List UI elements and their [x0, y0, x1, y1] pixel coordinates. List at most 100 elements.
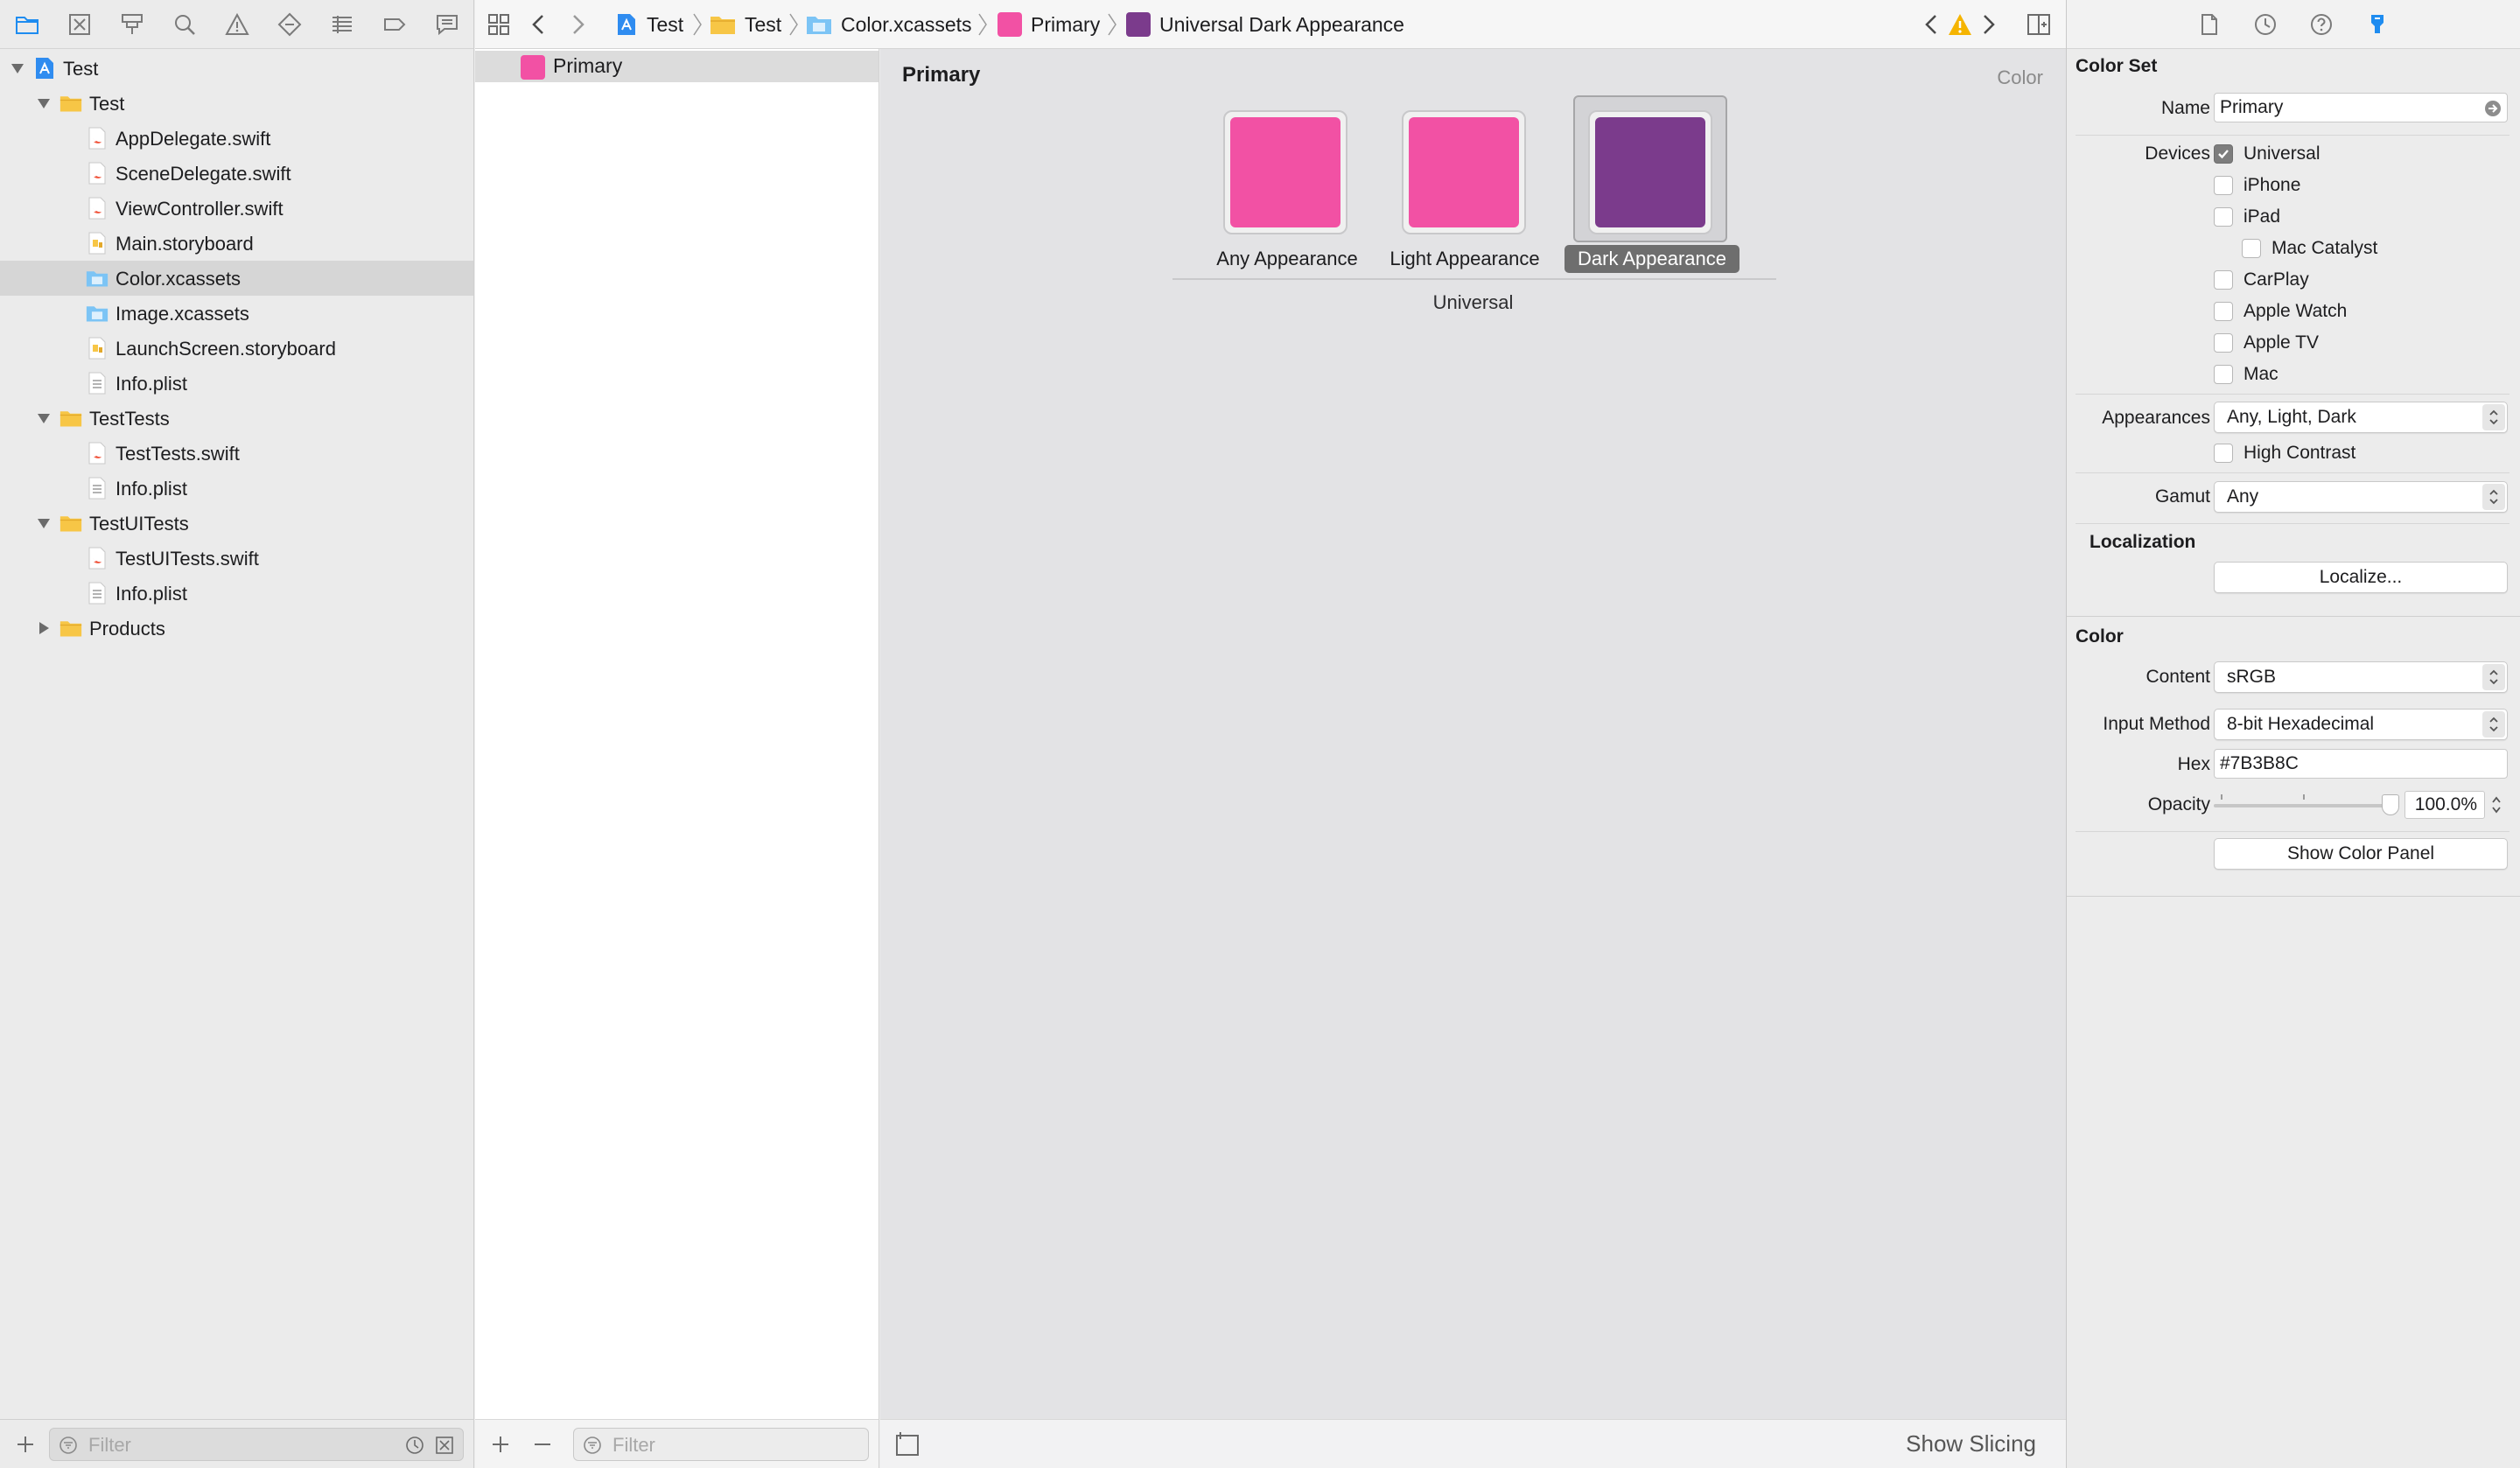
- disclosure-open-icon[interactable]: [35, 514, 52, 532]
- file-tree-row[interactable]: ViewController.swift: [0, 191, 473, 226]
- device-mac-catalyst-checkbox[interactable]: Mac Catalyst: [2242, 235, 2377, 262]
- disclosure-open-icon[interactable]: [35, 409, 52, 427]
- breadcrumb-xcassets[interactable]: Color.xcassets: [806, 11, 972, 38]
- device-apple-watch-checkbox[interactable]: Apple Watch: [2214, 298, 2347, 325]
- breadcrumb-appearance[interactable]: Universal Dark Appearance: [1126, 11, 1404, 38]
- checkbox-box: [2214, 333, 2233, 353]
- file-tree-row[interactable]: TestTests: [0, 401, 473, 436]
- recent-files-icon[interactable]: [405, 1436, 424, 1455]
- device-universal-checkbox[interactable]: Universal: [2214, 141, 2320, 167]
- localize-button[interactable]: Localize...: [2214, 562, 2508, 593]
- file-tree-row[interactable]: Test: [0, 86, 473, 121]
- content-popup[interactable]: sRGB: [2214, 661, 2508, 693]
- dark-color-swatch: [1126, 12, 1151, 37]
- device-carplay-checkbox[interactable]: CarPlay: [2214, 267, 2309, 293]
- find-icon[interactable]: [170, 10, 200, 39]
- back-chevron-icon[interactable]: [524, 10, 554, 39]
- file-tree-label: Main.storyboard: [116, 233, 254, 255]
- file-tree-row[interactable]: AppDelegate.swift: [0, 121, 473, 156]
- disclosure-open-icon[interactable]: [9, 59, 26, 77]
- file-tree-row[interactable]: Info.plist: [0, 576, 473, 611]
- file-tree-label: Info.plist: [116, 373, 187, 395]
- asset-filter-field[interactable]: Filter: [573, 1428, 869, 1461]
- file-tree-row[interactable]: Test: [0, 51, 473, 86]
- file-tree-label: TestUITests: [89, 513, 189, 535]
- quick-help-icon[interactable]: [2306, 10, 2336, 39]
- breadcrumb-folder[interactable]: Test: [710, 11, 781, 38]
- add-editor-icon[interactable]: [2024, 10, 2054, 39]
- device-iphone-checkbox[interactable]: iPhone: [2214, 172, 2300, 199]
- gamut-popup[interactable]: Any: [2214, 481, 2508, 513]
- breadcrumb-project[interactable]: Test: [615, 11, 683, 38]
- show-slicing-button[interactable]: Show Slicing: [1906, 1430, 2036, 1458]
- warning-icon[interactable]: [1945, 10, 1975, 39]
- file-inspector-icon[interactable]: [2194, 10, 2224, 39]
- breakpoint-navigator-icon[interactable]: [380, 10, 410, 39]
- appearances-label: Appearances: [2102, 408, 2210, 428]
- file-tree-row[interactable]: TestUITests.swift: [0, 541, 473, 576]
- report-navigator-icon[interactable]: [432, 10, 462, 39]
- debug-navigator-icon[interactable]: [327, 10, 357, 39]
- opacity-slider[interactable]: [2214, 794, 2399, 815]
- light-appearance-well[interactable]: [1402, 110, 1526, 234]
- asset-list-item-primary[interactable]: Primary: [475, 51, 878, 82]
- file-tree-row[interactable]: TestUITests: [0, 506, 473, 541]
- file-tree-row[interactable]: Color.xcassets: [0, 261, 473, 296]
- show-color-panel-button[interactable]: Show Color Panel: [2214, 838, 2508, 870]
- disclosure-open-icon[interactable]: [35, 94, 52, 112]
- name-field[interactable]: Primary: [2214, 93, 2508, 122]
- file-tree-row[interactable]: TestTests.swift: [0, 436, 473, 471]
- folder-file-icon: [60, 616, 82, 640]
- opacity-field[interactable]: 100.0%: [2404, 791, 2485, 819]
- device-ipad-checkbox[interactable]: iPad: [2214, 204, 2280, 230]
- previous-issue-icon[interactable]: [1917, 10, 1947, 39]
- file-tree-row[interactable]: LaunchScreen.storyboard: [0, 331, 473, 366]
- breadcrumb-folder-label: Test: [745, 12, 782, 36]
- high-contrast-label: High Contrast: [2244, 443, 2356, 463]
- test-navigator-icon[interactable]: [275, 10, 304, 39]
- next-issue-icon[interactable]: [1973, 10, 2003, 39]
- opacity-stepper[interactable]: [2488, 791, 2504, 819]
- file-tree-row[interactable]: Image.xcassets: [0, 296, 473, 331]
- hex-field[interactable]: #7B3B8C: [2214, 749, 2508, 779]
- any-appearance-color: [1230, 117, 1340, 227]
- navigator-filter-field[interactable]: Filter: [49, 1428, 464, 1461]
- slider-knob[interactable]: [2382, 794, 2399, 815]
- history-inspector-icon[interactable]: [2250, 10, 2280, 39]
- file-tree-row[interactable]: Products: [0, 611, 473, 646]
- file-tree-row[interactable]: SceneDelegate.swift: [0, 156, 473, 191]
- source-control-filter-icon[interactable]: [435, 1436, 454, 1455]
- name-value: Primary: [2220, 97, 2284, 117]
- folder-file-icon: [60, 406, 82, 430]
- breadcrumb-color-set[interactable]: Primary: [998, 11, 1100, 38]
- any-appearance-well[interactable]: [1223, 110, 1348, 234]
- dark-appearance-well[interactable]: [1588, 110, 1712, 234]
- input-method-value: 8-bit Hexadecimal: [2227, 714, 2375, 734]
- issue-navigator-icon[interactable]: [222, 10, 252, 39]
- gamut-value: Any: [2227, 486, 2259, 507]
- checkbox-box: [2214, 302, 2233, 321]
- add-icon[interactable]: [12, 1431, 38, 1458]
- color-set-editor: Primary Color Any Appearance Light Appea…: [880, 49, 2066, 1419]
- slicing-icon[interactable]: [894, 1430, 922, 1458]
- high-contrast-checkbox[interactable]: High Contrast: [2214, 440, 2356, 466]
- source-control-icon[interactable]: [65, 10, 94, 39]
- input-method-popup[interactable]: 8-bit Hexadecimal: [2214, 709, 2508, 740]
- attributes-inspector-icon[interactable]: [2362, 10, 2392, 39]
- disclosure-closed-icon[interactable]: [35, 619, 52, 637]
- related-items-icon[interactable]: [484, 10, 514, 39]
- breadcrumb-separator-icon: [1108, 13, 1116, 36]
- symbol-navigator-icon[interactable]: [117, 10, 147, 39]
- device-mac-checkbox[interactable]: Mac: [2214, 361, 2278, 388]
- go-arrow-icon[interactable]: [2484, 100, 2502, 117]
- appearances-popup[interactable]: Any, Light, Dark: [2214, 402, 2508, 433]
- file-tree-row[interactable]: Info.plist: [0, 471, 473, 506]
- devices-label: Devices: [2145, 143, 2210, 164]
- forward-chevron-icon[interactable]: [563, 10, 592, 39]
- file-tree-row[interactable]: Info.plist: [0, 366, 473, 401]
- device-apple-tv-checkbox[interactable]: Apple TV: [2214, 330, 2319, 356]
- add-asset-icon[interactable]: [487, 1431, 514, 1458]
- folder-navigator-icon[interactable]: [12, 10, 42, 39]
- remove-asset-icon[interactable]: [529, 1431, 556, 1458]
- file-tree-row[interactable]: Main.storyboard: [0, 226, 473, 261]
